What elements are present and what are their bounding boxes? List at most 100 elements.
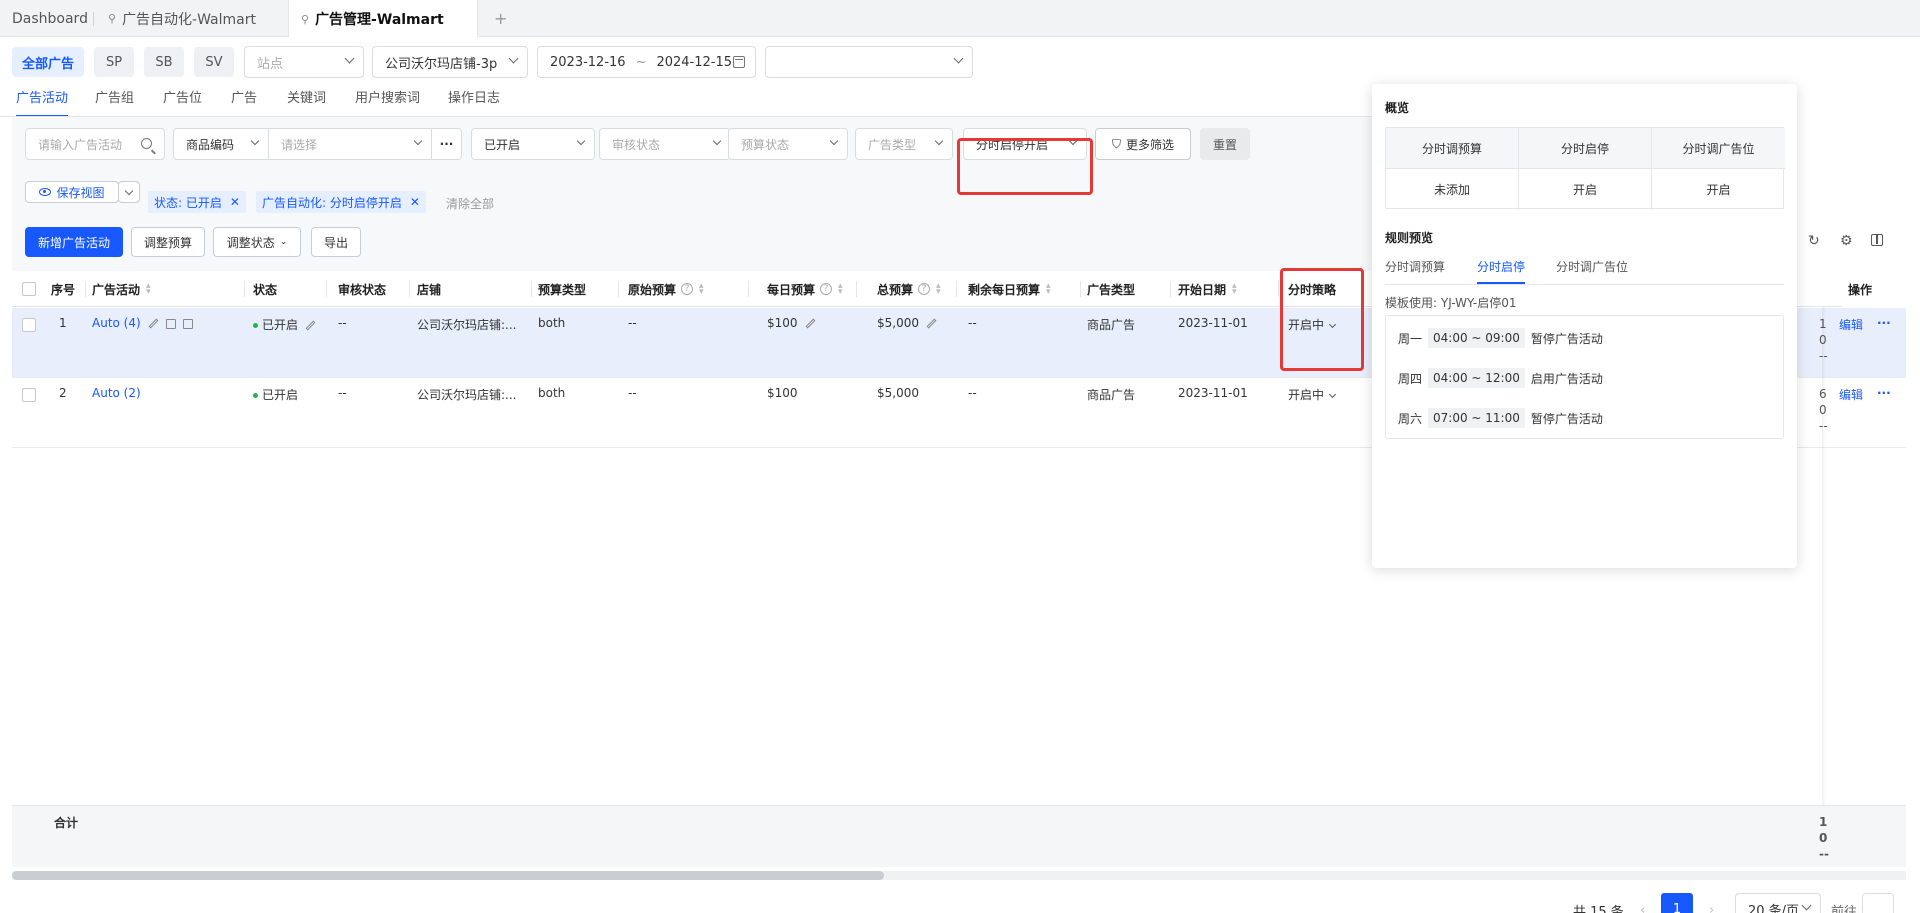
original-budget-cell: -- — [628, 316, 637, 330]
more-filters-button[interactable]: ⛉ 更多筛选 — [1095, 128, 1191, 160]
store-cell: 公司沃尔玛店铺:... — [417, 388, 517, 402]
review-cell: -- — [338, 386, 347, 400]
filter-icon: ⛉ — [1111, 136, 1121, 151]
select-all-checkbox[interactable] — [22, 282, 36, 296]
strategy-dropdown[interactable]: 开启中 — [1288, 386, 1337, 403]
edit-link[interactable]: 编辑 — [1839, 316, 1863, 333]
goto-page-input[interactable] — [1862, 893, 1894, 913]
edit-link[interactable]: 编辑 — [1839, 386, 1863, 403]
subnav-search-terms[interactable]: 用户搜索词 — [355, 87, 420, 117]
budget-status-select[interactable]: 预算状态 — [728, 128, 848, 160]
prev-page-button[interactable]: ‹ — [1640, 903, 1645, 913]
tab-dashboard[interactable]: Dashboard — [0, 0, 100, 37]
campaign-name-link[interactable]: Auto (4) — [92, 316, 193, 330]
th-daily-budget[interactable]: 每日预算? ▴ ▾ — [767, 271, 843, 307]
site-select[interactable]: 站点 — [244, 46, 364, 78]
save-view-label: 保存视图 — [56, 185, 105, 200]
highlight-strategy-filter — [957, 138, 1093, 195]
subnav-ads[interactable]: 广告 — [231, 87, 257, 117]
tab-label: 广告自动化-Walmart — [122, 11, 256, 28]
chevron-down-icon — [576, 136, 586, 146]
row-checkbox[interactable] — [22, 318, 36, 332]
sku-type-select[interactable]: 商品编码 — [173, 128, 269, 160]
edit-icon[interactable] — [805, 318, 815, 329]
subnav-campaigns[interactable]: 广告活动 — [16, 87, 69, 117]
more-filters-label: 更多筛选 — [1126, 137, 1175, 152]
th-actions: 操作 — [1842, 271, 1906, 307]
subnav-placements[interactable]: 广告位 — [163, 87, 202, 117]
refresh-icon[interactable]: ↻ — [1808, 233, 1820, 249]
goto-label: 前往 — [1831, 905, 1858, 913]
ad-type-select[interactable]: 广告类型 — [855, 128, 953, 160]
edit-icon[interactable] — [305, 320, 316, 331]
copy-icon[interactable] — [165, 318, 176, 329]
col-divider — [856, 281, 857, 297]
close-icon[interactable]: ✕ — [230, 195, 240, 209]
th-total-budget[interactable]: 总预算? ▴ ▾ — [877, 271, 941, 307]
reset-button[interactable]: 重置 — [1200, 128, 1250, 160]
next-page-button[interactable]: › — [1709, 903, 1714, 913]
chip-all-ads[interactable]: 全部广告 — [12, 47, 84, 77]
rule-item: 周六 07:00 ~ 11:00 暂停广告活动 — [1398, 408, 1603, 428]
preview-tab-start-stop[interactable]: 分时启停 — [1477, 258, 1526, 284]
columns-icon[interactable] — [1871, 234, 1883, 246]
campaign-name-link[interactable]: Auto (2) — [92, 386, 141, 400]
adjust-status-button[interactable]: 调整状态 ⌄ — [213, 227, 301, 257]
chip-sv[interactable]: SV — [194, 47, 234, 77]
th-remaining-daily[interactable]: 剩余每日预算 ▴ ▾ — [968, 271, 1051, 307]
th-campaign[interactable]: 广告活动 ▴ ▾ — [92, 271, 151, 307]
overview-header: 分时调预算 — [1386, 128, 1519, 169]
view-dropdown-button[interactable] — [118, 181, 140, 203]
sort-icon: ▴ ▾ — [1232, 281, 1237, 297]
more-actions-button[interactable]: ··· — [1877, 316, 1891, 330]
new-campaign-button[interactable]: 新增广告活动 — [25, 227, 123, 257]
tab-ad-management[interactable]: ⚲ 广告管理-Walmart — [288, 0, 478, 38]
tab-ad-automation[interactable]: ⚲ 广告自动化-Walmart — [96, 0, 268, 37]
page-size-select[interactable]: 20 条/页 — [1735, 893, 1821, 913]
scrollbar-thumb[interactable] — [12, 871, 884, 880]
clear-all-link[interactable]: 清除全部 — [446, 195, 494, 212]
campaign-search-input[interactable]: 请输入广告活动 — [25, 128, 165, 160]
page-1-button[interactable]: 1 — [1661, 893, 1693, 913]
save-view-button[interactable]: 保存视图 — [25, 181, 119, 203]
edit-icon[interactable] — [148, 318, 159, 329]
date-range-picker[interactable]: 2023-12-16 ~2024-12-15 — [537, 46, 756, 78]
status-select[interactable]: 已开启 — [471, 128, 595, 160]
review-status-select[interactable]: 审核状态 — [599, 128, 731, 160]
chip-sp[interactable]: SP — [94, 47, 134, 77]
subnav-keywords[interactable]: 关键词 — [287, 87, 326, 117]
subnav-logs[interactable]: 操作日志 — [448, 87, 500, 117]
close-icon[interactable]: ✕ — [410, 195, 420, 209]
row-number: 1 — [59, 316, 67, 330]
adjust-status-label: 调整状态 — [226, 235, 275, 250]
store-value: 公司沃尔玛店铺-3p — [385, 56, 498, 72]
edit-icon[interactable] — [926, 318, 937, 329]
adjust-budget-button[interactable]: 调整预算 — [131, 227, 205, 257]
external-link-icon[interactable] — [182, 318, 193, 329]
add-tab-button[interactable]: + — [494, 9, 507, 28]
sort-icon: ▴ ▾ — [936, 281, 941, 297]
th-start-date[interactable]: 开始日期 ▴ ▾ — [1178, 271, 1237, 307]
th-label: 每日预算 — [767, 282, 816, 297]
subnav-ad-groups[interactable]: 广告组 — [95, 87, 134, 117]
overview-value: 未添加 — [1386, 169, 1519, 210]
filter-tag-status: 状态: 已开启 ✕ — [148, 191, 246, 213]
rule-item: 周一 04:00 ~ 09:00 暂停广告活动 — [1398, 328, 1603, 348]
overview-value: 开启 — [1519, 169, 1652, 210]
gear-icon[interactable]: ⚙ — [1840, 233, 1853, 249]
th-label: 原始预算 — [628, 282, 677, 297]
th-original-budget[interactable]: 原始预算? ▴ ▾ — [628, 271, 704, 307]
more-options-button[interactable]: ··· — [431, 128, 462, 160]
row-checkbox[interactable] — [22, 388, 36, 402]
preview-tab-budget[interactable]: 分时调预算 — [1385, 258, 1445, 284]
chip-sb[interactable]: SB — [144, 47, 184, 77]
extra-select[interactable] — [765, 46, 973, 78]
more-actions-button[interactable]: ··· — [1877, 386, 1891, 400]
th-status: 状态 — [253, 282, 278, 297]
preview-tab-placement[interactable]: 分时调广告位 — [1556, 258, 1628, 284]
table-footer: 合计 1 0 -- — [12, 805, 1906, 867]
store-select[interactable]: 公司沃尔玛店铺-3p — [372, 46, 528, 78]
export-button[interactable]: 导出 — [311, 227, 361, 257]
sku-select[interactable]: 请选择 — [268, 128, 432, 160]
th-store: 店铺 — [417, 282, 442, 297]
